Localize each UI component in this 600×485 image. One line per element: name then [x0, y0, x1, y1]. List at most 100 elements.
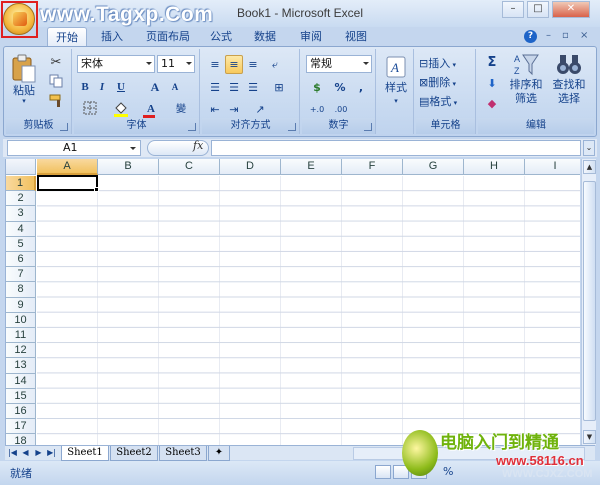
column-header[interactable]: G [403, 159, 464, 175]
align-top-button[interactable]: ≡ [206, 55, 224, 74]
tab-home[interactable]: 开始 [47, 27, 87, 47]
align-bottom-button[interactable]: ≡ [244, 55, 262, 74]
comma-button[interactable]: , [352, 78, 370, 97]
decrease-decimal-button[interactable]: .00 [330, 100, 352, 119]
sheet-tab-sheet3[interactable]: Sheet3 [159, 446, 207, 461]
fill-handle[interactable] [94, 187, 99, 192]
wrap-text-button[interactable]: ⤶ [266, 55, 284, 74]
row-header[interactable]: 11 [6, 328, 36, 344]
row-header[interactable]: 8 [6, 282, 36, 298]
column-header[interactable]: H [464, 159, 525, 175]
row-header[interactable]: 1 [6, 176, 36, 192]
formula-input[interactable] [211, 140, 581, 156]
number-format-select[interactable]: 常规 [306, 55, 372, 73]
find-select-button[interactable]: 查找和 选择 [548, 51, 590, 111]
column-header[interactable]: E [281, 159, 342, 175]
first-sheet-icon[interactable]: |◀ [7, 447, 18, 459]
row-header[interactable]: 14 [6, 373, 36, 389]
insert-cells-button[interactable]: ⊟插入 ▾ [418, 54, 472, 73]
font-name-select[interactable]: 宋体 [77, 55, 155, 73]
fill-button[interactable]: ⬇ [480, 74, 504, 93]
last-sheet-icon[interactable]: ▶| [46, 447, 57, 459]
align-right-button[interactable]: ☰ [244, 78, 262, 97]
vertical-scrollbar[interactable]: ▲ ▼ [581, 159, 596, 445]
paste-button[interactable]: 粘贴 ▾ [8, 51, 40, 111]
row-header[interactable]: 15 [6, 388, 36, 404]
minimize-button[interactable]: – [502, 1, 524, 18]
bold-button[interactable]: B [77, 78, 93, 97]
font-size-select[interactable]: 11 [157, 55, 195, 73]
tab-formulas[interactable]: 公式 [203, 27, 239, 47]
orientation-button[interactable]: ↗ [247, 100, 273, 119]
grow-font-button[interactable]: A [146, 78, 164, 97]
vertical-scroll-thumb[interactable] [583, 181, 596, 421]
merge-center-button[interactable]: ⊞ [266, 78, 292, 97]
format-painter-button[interactable] [46, 93, 66, 112]
maximize-button[interactable]: □ [527, 1, 549, 18]
decrease-indent-button[interactable]: ⇤ [206, 100, 224, 119]
insert-sheet-button[interactable]: ✦ [208, 446, 230, 461]
ribbon-minimize-icon[interactable]: – [546, 30, 551, 41]
row-header[interactable]: 3 [6, 206, 36, 222]
row-header[interactable]: 7 [6, 267, 36, 283]
font-launcher-icon[interactable] [188, 123, 196, 131]
active-cell[interactable] [37, 175, 98, 191]
increase-indent-button[interactable]: ⇥ [225, 100, 243, 119]
select-all-button[interactable] [6, 159, 36, 175]
delete-cells-button[interactable]: ⊠删除 ▾ [418, 73, 472, 92]
name-box[interactable]: A1 [7, 140, 141, 156]
row-header[interactable]: 16 [6, 404, 36, 420]
column-header[interactable]: D [220, 159, 281, 175]
insert-function-button[interactable]: fx [193, 139, 203, 152]
column-header[interactable]: A [37, 159, 98, 175]
currency-button[interactable]: $ [306, 78, 328, 97]
scroll-up-icon[interactable]: ▲ [583, 160, 596, 174]
italic-button[interactable]: I [94, 78, 110, 97]
row-header[interactable]: 12 [6, 343, 36, 359]
borders-button[interactable] [77, 100, 103, 119]
clipboard-launcher-icon[interactable] [60, 123, 68, 131]
normal-view-icon[interactable] [375, 465, 391, 479]
autosum-button[interactable]: Σ [480, 53, 504, 72]
row-header[interactable]: 4 [6, 221, 36, 237]
row-header[interactable]: 2 [6, 191, 36, 207]
align-center-button[interactable]: ☰ [225, 78, 243, 97]
tab-view[interactable]: 视图 [338, 27, 374, 47]
format-cells-button[interactable]: ▤格式 ▾ [418, 92, 472, 111]
tab-review[interactable]: 审阅 [293, 27, 329, 47]
row-header[interactable]: 9 [6, 297, 36, 313]
row-header[interactable]: 17 [6, 419, 36, 435]
tab-data[interactable]: 数据 [247, 27, 283, 47]
ribbon-close-icon[interactable]: × [580, 30, 588, 41]
row-header[interactable]: 10 [6, 312, 36, 328]
sheet-tab-sheet1[interactable]: Sheet1 [61, 446, 109, 461]
next-sheet-icon[interactable]: ▶ [33, 447, 44, 459]
cell-area[interactable] [37, 176, 580, 445]
column-header[interactable]: F [342, 159, 403, 175]
sort-filter-button[interactable]: AZ 排序和 筛选 [506, 51, 546, 111]
help-icon[interactable]: ? [524, 30, 537, 43]
align-middle-button[interactable]: ≡ [225, 55, 243, 74]
font-color-button[interactable]: A [138, 100, 164, 119]
column-header[interactable]: B [98, 159, 159, 175]
tab-insert[interactable]: 插入 [92, 27, 132, 47]
row-header[interactable]: 5 [6, 236, 36, 252]
copy-button[interactable] [46, 73, 66, 92]
prev-sheet-icon[interactable]: ◀ [20, 447, 31, 459]
styles-button[interactable]: A 样式 ▾ [380, 53, 412, 113]
expand-formula-bar-icon[interactable]: ⌄ [583, 140, 595, 156]
underline-button[interactable]: U [111, 78, 131, 97]
shrink-font-button[interactable]: A [166, 78, 184, 97]
tab-page-layout[interactable]: 页面布局 [138, 27, 198, 47]
alignment-launcher-icon[interactable] [288, 123, 296, 131]
increase-decimal-button[interactable]: +.0 [306, 100, 328, 119]
column-header[interactable]: C [159, 159, 220, 175]
number-launcher-icon[interactable] [364, 123, 372, 131]
phonetic-button[interactable]: 變 [168, 100, 194, 119]
close-button[interactable]: ✕ [552, 1, 590, 18]
row-header[interactable]: 13 [6, 358, 36, 374]
cut-button[interactable]: ✂ [46, 53, 66, 72]
row-header[interactable]: 18 [6, 434, 36, 445]
percent-button[interactable]: % [330, 78, 350, 97]
sheet-tab-sheet2[interactable]: Sheet2 [110, 446, 158, 461]
